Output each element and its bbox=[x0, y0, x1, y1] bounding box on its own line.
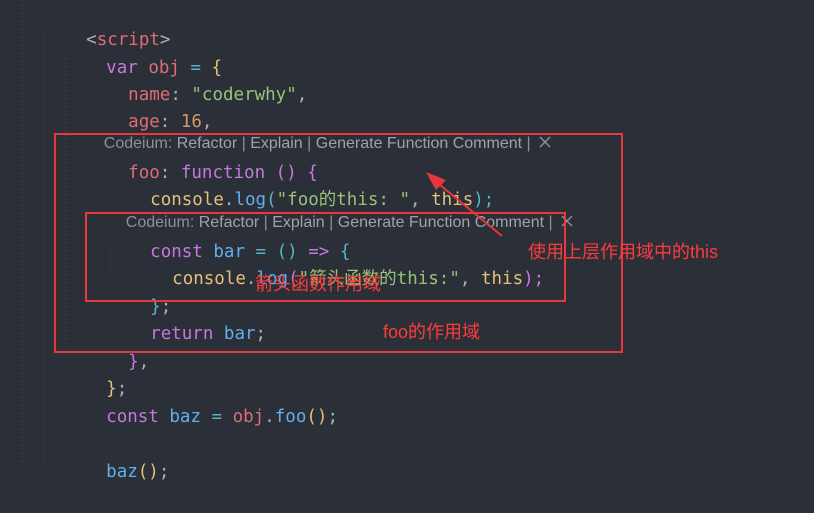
code-line-7[interactable]: const bar = () => { bbox=[108, 212, 350, 262]
this-note: 使用上层作用域中的this bbox=[528, 242, 719, 262]
call-parens: () bbox=[306, 407, 328, 427]
call-parens: () bbox=[137, 462, 159, 482]
code-line-4[interactable]: age: 16, bbox=[86, 82, 212, 132]
comma: , bbox=[296, 85, 308, 105]
codelens-foo: Codeium: Refactor | Explain | Generate F… bbox=[86, 111, 552, 152]
code-line-1[interactable]: <script> bbox=[44, 0, 170, 50]
object: obj bbox=[232, 407, 265, 427]
semicolon: ; bbox=[327, 407, 338, 427]
semicolon: ; bbox=[158, 462, 170, 482]
code-line-8[interactable]: console.log("箭头函数的this:", this); bbox=[130, 239, 544, 289]
foo-scope-label: foo的作用域 bbox=[383, 322, 481, 342]
codelens-separator: | bbox=[522, 135, 536, 152]
dot: . bbox=[264, 407, 275, 427]
function-name: baz bbox=[106, 462, 138, 482]
code-line-3[interactable]: name: "coderwhy", bbox=[86, 55, 307, 105]
code-line-9[interactable]: }; bbox=[108, 267, 171, 317]
object: console bbox=[172, 269, 246, 289]
close-icon[interactable] bbox=[538, 135, 552, 149]
operator: = bbox=[201, 407, 233, 427]
close-icon[interactable] bbox=[560, 214, 574, 228]
this-keyword: this bbox=[480, 269, 524, 289]
code-line-11[interactable]: }, bbox=[86, 322, 149, 372]
code-line-15[interactable]: baz(); bbox=[64, 432, 169, 482]
brace: } bbox=[128, 352, 139, 372]
keyword: return bbox=[150, 324, 214, 344]
variable-name: bar bbox=[223, 324, 256, 344]
arrow-scope-label: 箭头函数作用域 bbox=[255, 274, 381, 294]
variable-name: baz bbox=[169, 407, 201, 427]
codelens-generate-link[interactable]: Generate Function Comment bbox=[338, 214, 544, 231]
paren-close: ); bbox=[523, 269, 545, 289]
keyword: const bbox=[106, 407, 159, 427]
code-line-2[interactable]: var obj = { bbox=[64, 28, 222, 78]
code-editor[interactable]: <script> var obj = { name: "coderwhy", a… bbox=[0, 0, 814, 482]
comma: , bbox=[459, 269, 481, 289]
semicolon: ; bbox=[255, 324, 267, 344]
code-line-12[interactable]: }; bbox=[64, 349, 127, 399]
codelens-generate-link[interactable]: Generate Function Comment bbox=[316, 135, 522, 152]
code-line-5[interactable]: foo: function () { bbox=[86, 133, 318, 183]
codelens-separator: | bbox=[544, 214, 558, 231]
codelens-bar: Codeium: Refactor | Explain | Generate F… bbox=[108, 190, 574, 231]
function-name: foo bbox=[274, 407, 307, 427]
comma: , bbox=[138, 352, 150, 372]
code-line-10[interactable]: return bar; bbox=[108, 294, 266, 344]
code-line-13[interactable]: const baz = obj.foo(); bbox=[64, 377, 338, 427]
code-line-6[interactable]: console.log("foo的this: ", this); bbox=[108, 160, 494, 210]
